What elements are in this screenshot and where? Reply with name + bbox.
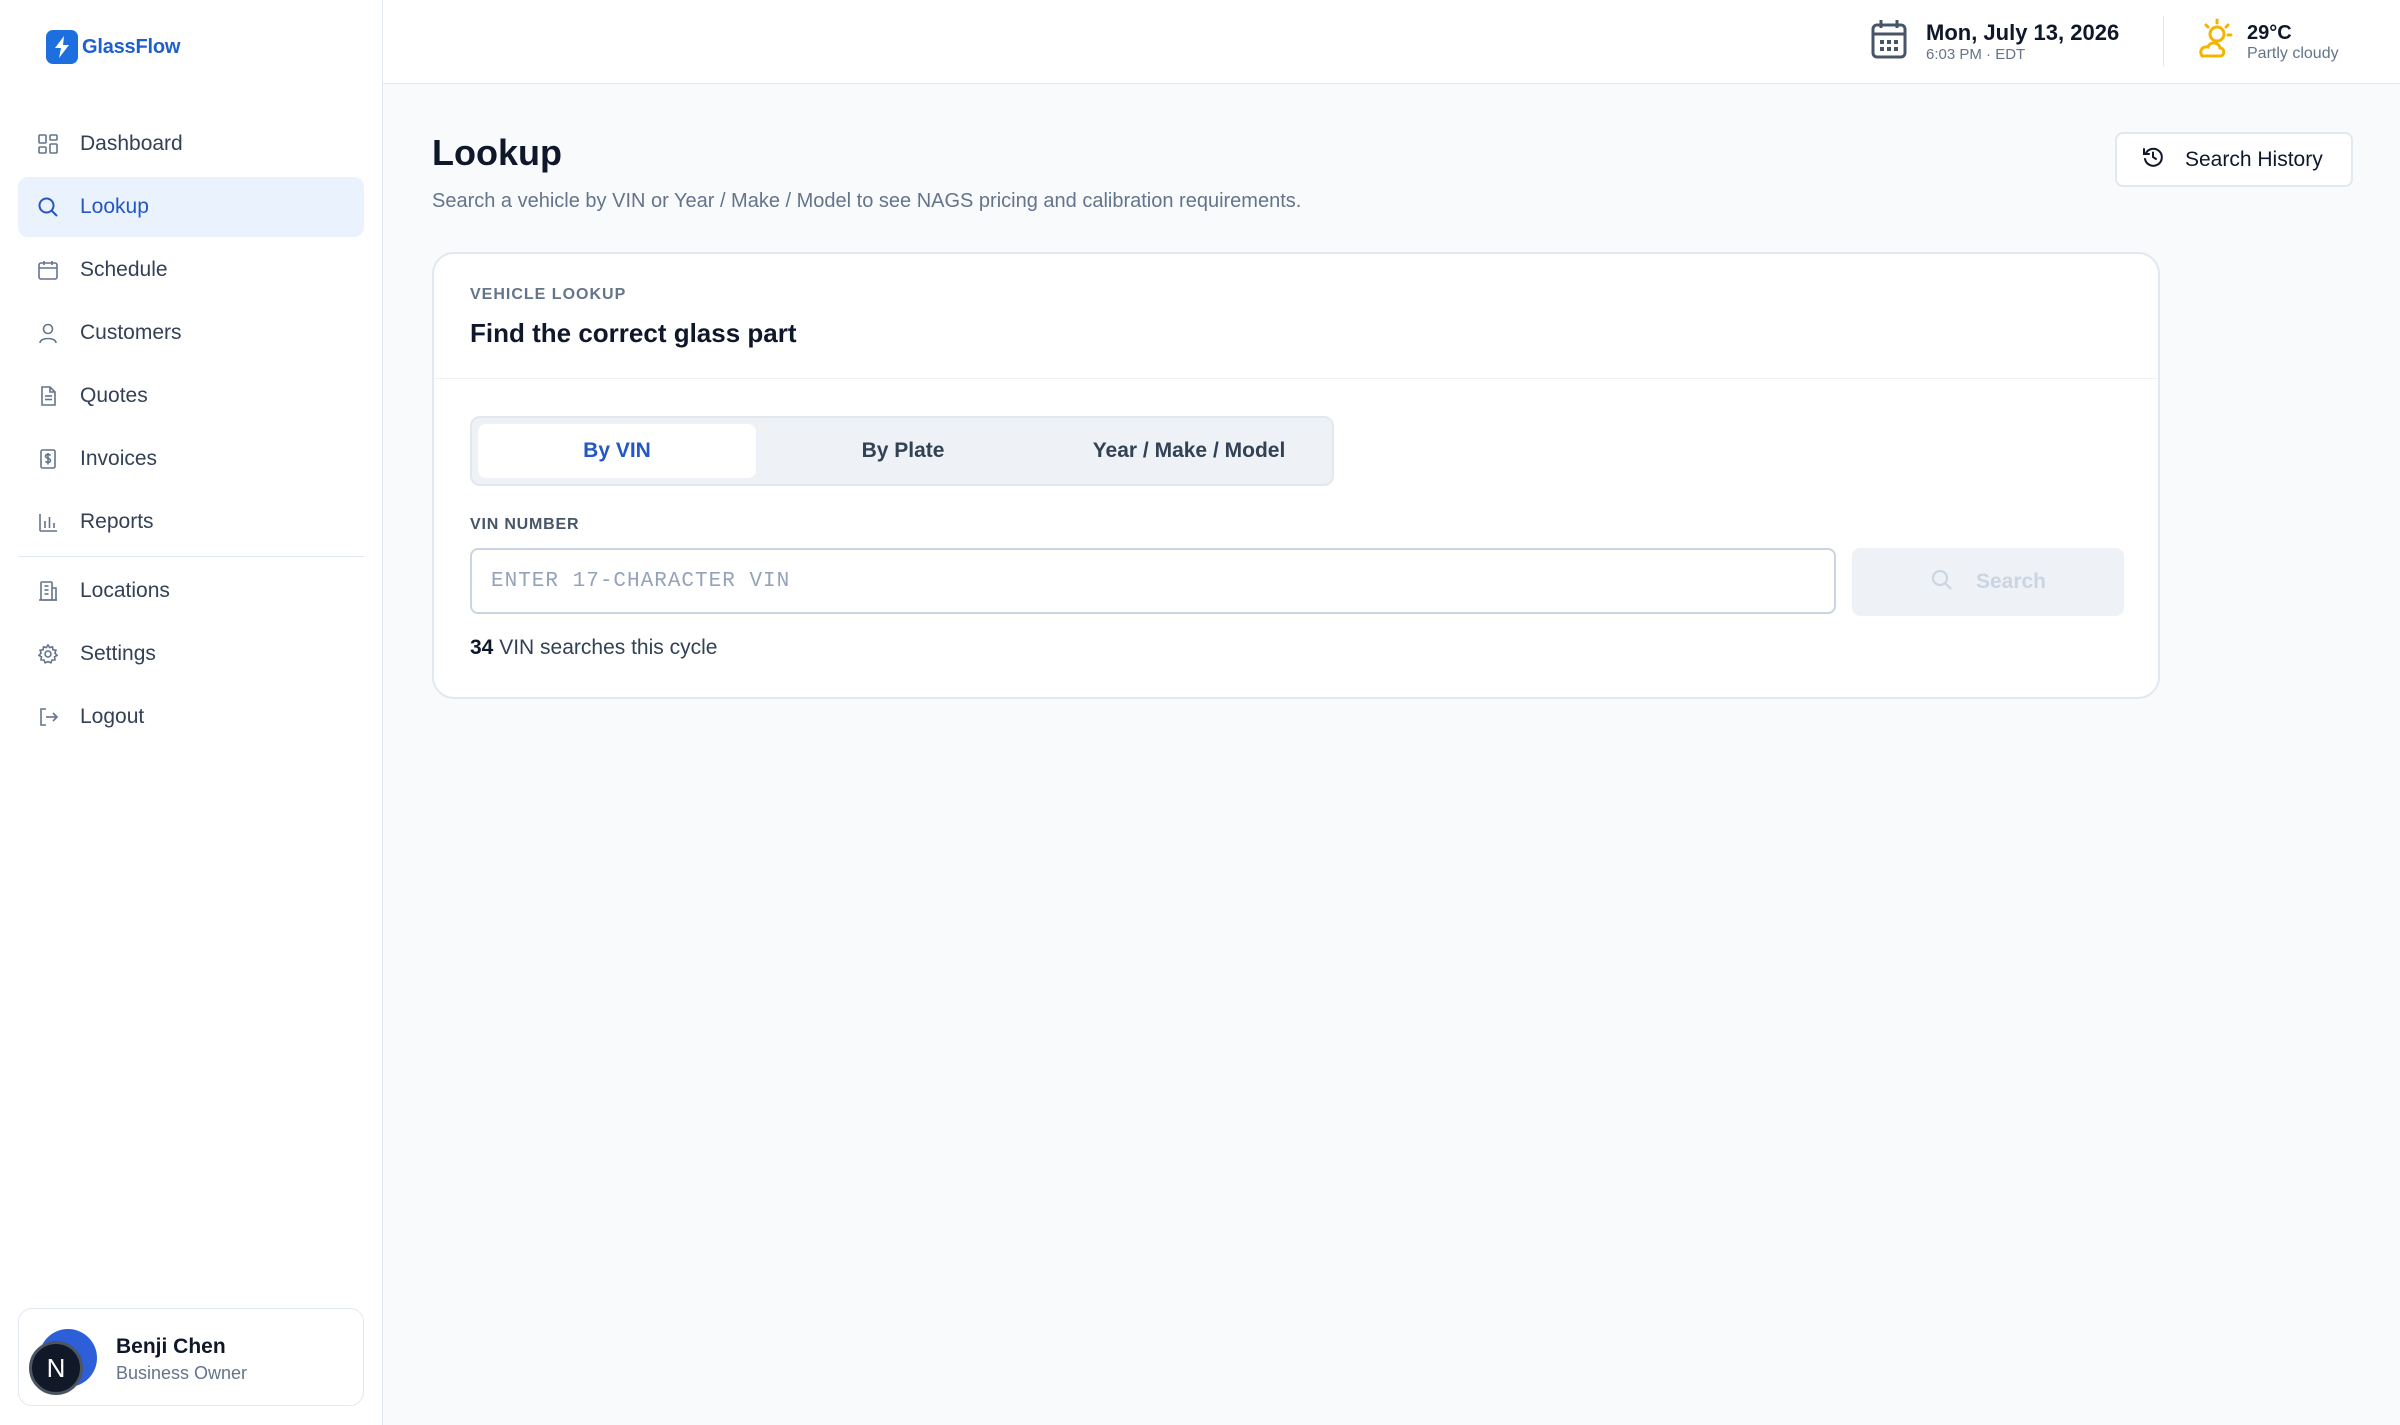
sidebar-item-label: Locations	[80, 579, 170, 602]
temperature: 29°C	[2247, 21, 2292, 44]
gear-icon	[36, 642, 60, 666]
sidebar-item-settings[interactable]: Settings	[18, 624, 364, 684]
sidebar-item-schedule[interactable]: Schedule	[18, 240, 364, 300]
sidebar-item-label: Invoices	[80, 447, 158, 470]
user-role: Business Owner	[116, 1363, 248, 1383]
bar-chart-icon	[36, 510, 60, 534]
invoice-icon	[36, 447, 60, 471]
user-profile-card[interactable]: N Benji Chen Business Owner	[18, 1308, 364, 1406]
search-count: 34 VIN searches this cycle	[470, 636, 717, 660]
user-icon	[36, 321, 60, 345]
header-divider	[2163, 16, 2164, 66]
user-name: Benji Chen	[116, 1335, 226, 1358]
sidebar-item-locations[interactable]: Locations	[18, 561, 364, 621]
sidebar-item-label: Dashboard	[80, 132, 183, 155]
logo-bolt-icon	[46, 30, 78, 64]
card-kicker: VEHICLE LOOKUP	[470, 286, 627, 303]
vehicle-lookup-card: VEHICLE LOOKUP Find the correct glass pa…	[432, 252, 2160, 699]
search-history-button[interactable]: Search History	[2115, 132, 2353, 187]
partly-cloudy-icon	[2193, 18, 2233, 65]
search-icon	[1930, 568, 1954, 597]
top-bar: Mon, July 13, 2026 6:03 PM · EDT 29°C Pa…	[383, 0, 2400, 84]
sidebar-item-customers[interactable]: Customers	[18, 303, 364, 363]
tab-year-make-model[interactable]: Year / Make / Model	[1050, 424, 1328, 478]
sidebar-item-reports[interactable]: Reports	[18, 492, 364, 552]
calendar-icon	[36, 258, 60, 282]
current-time: 6:03 PM · EDT	[1926, 45, 2026, 63]
logout-icon	[36, 705, 60, 729]
sidebar-nav: Dashboard Lookup Schedule Customers Quot…	[18, 114, 364, 750]
page-subtitle: Search a vehicle by VIN or Year / Make /…	[432, 190, 1302, 212]
sidebar-item-label: Lookup	[80, 195, 149, 218]
tab-by-vin[interactable]: By VIN	[478, 424, 756, 478]
vin-field-label: VIN NUMBER	[470, 516, 580, 533]
sidebar-item-label: Reports	[80, 510, 154, 533]
search-button[interactable]: Search	[1852, 548, 2124, 616]
search-history-label: Search History	[2185, 147, 2323, 171]
date-widget: Mon, July 13, 2026 6:03 PM · EDT	[1870, 18, 2119, 65]
sidebar-item-label: Logout	[80, 705, 145, 728]
search-count-label: VIN searches this cycle	[499, 636, 718, 659]
search-count-value: 34	[470, 636, 494, 659]
sidebar-item-logout[interactable]: Logout	[18, 687, 364, 747]
sidebar-item-label: Quotes	[80, 384, 148, 407]
app-name: GlassFlow	[82, 35, 181, 58]
sidebar-item-label: Settings	[80, 642, 156, 665]
sidebar-item-label: Customers	[80, 321, 182, 344]
card-title: Find the correct glass part	[470, 318, 797, 348]
sidebar: GlassFlow Dashboard Lookup Schedule Cust…	[0, 0, 383, 1425]
vin-input[interactable]	[470, 548, 1836, 614]
sidebar-item-lookup[interactable]: Lookup	[18, 177, 364, 237]
search-button-label: Search	[1975, 570, 2047, 593]
calendar-icon	[1870, 18, 1908, 65]
document-icon	[36, 384, 60, 408]
card-divider	[434, 378, 2158, 379]
search-icon	[36, 195, 60, 219]
sidebar-item-quotes[interactable]: Quotes	[18, 366, 364, 426]
history-icon	[2141, 145, 2165, 174]
current-date: Mon, July 13, 2026	[1926, 19, 2120, 45]
page-title: Lookup	[432, 132, 562, 173]
avatar-initial: N	[29, 1341, 83, 1395]
building-icon	[36, 579, 60, 603]
dashboard-icon	[36, 132, 60, 156]
weather-condition: Partly cloudy	[2247, 44, 2339, 62]
sidebar-divider	[18, 556, 364, 557]
sidebar-item-label: Schedule	[80, 258, 168, 281]
app-logo[interactable]: GlassFlow	[46, 30, 180, 64]
weather-widget: 29°C Partly cloudy	[2193, 18, 2339, 65]
sidebar-item-invoices[interactable]: Invoices	[18, 429, 364, 489]
tab-by-plate[interactable]: By Plate	[764, 424, 1042, 478]
sidebar-item-dashboard[interactable]: Dashboard	[18, 114, 364, 174]
lookup-mode-tabs: By VIN By Plate Year / Make / Model	[470, 416, 1334, 486]
